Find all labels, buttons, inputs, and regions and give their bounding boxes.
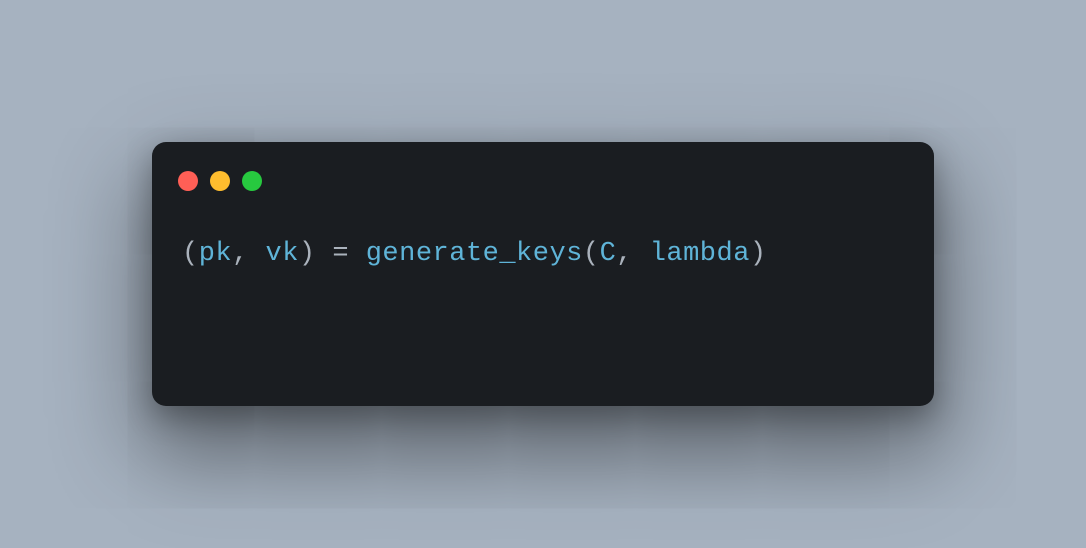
window-titlebar: [152, 142, 934, 198]
code-token: ): [750, 239, 767, 269]
code-token: vk: [266, 239, 299, 269]
code-token: lambda: [650, 239, 750, 269]
close-icon[interactable]: [178, 171, 198, 191]
code-token: (: [182, 239, 199, 269]
code-token: generate_keys: [366, 239, 583, 269]
code-content: (pk, vk) = generate_keys(C, lambda): [152, 198, 934, 406]
code-window: (pk, vk) = generate_keys(C, lambda): [152, 142, 934, 406]
code-line: (pk, vk) = generate_keys(C, lambda): [182, 239, 767, 269]
minimize-icon[interactable]: [210, 171, 230, 191]
code-token: (: [583, 239, 600, 269]
code-token: pk: [199, 239, 232, 269]
code-token: C: [600, 239, 617, 269]
code-token: ): [299, 239, 332, 269]
code-token: ,: [616, 239, 649, 269]
zoom-icon[interactable]: [242, 171, 262, 191]
code-token: ,: [232, 239, 265, 269]
code-token: =: [332, 239, 365, 269]
